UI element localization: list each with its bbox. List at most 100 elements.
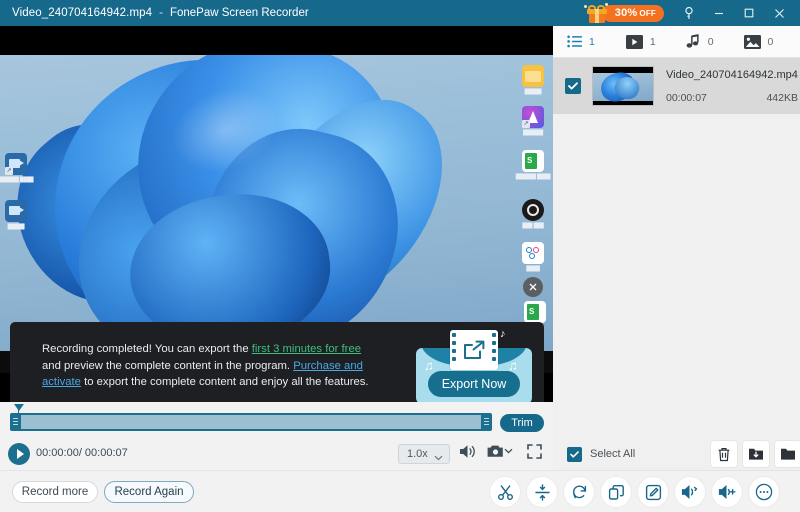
video-icon — [625, 34, 643, 49]
record-again-button[interactable]: Record Again — [104, 481, 194, 503]
notice-line1: Recording completed! You can export the — [42, 343, 252, 356]
file-name: Video_240704164942.mp4 — [666, 68, 798, 81]
tab-audio[interactable]: 0 — [686, 34, 714, 49]
tab-audio-count: 0 — [707, 35, 714, 48]
play-icon[interactable] — [8, 443, 30, 465]
delete-button[interactable] — [711, 441, 737, 467]
desktop-icon-app-purple-label: ██████ — [522, 130, 544, 136]
app-window: Video_240704164942.mp4 - FonePaw Screen … — [0, 0, 800, 512]
maximize-icon[interactable] — [734, 0, 764, 26]
desktop-icon-left-2 — [5, 200, 27, 222]
volume-icon[interactable] — [458, 443, 477, 460]
promo-percent: 30% — [614, 7, 638, 19]
music-note-icon-left: ♫ — [424, 358, 434, 373]
playhead-line — [18, 404, 19, 413]
tab-image-count: 0 — [767, 35, 774, 48]
select-all-label: Select All — [590, 448, 636, 460]
video-preview[interactable]: ↗ ██████ ████ █████ █████ ↗ ██████ S ███… — [0, 26, 553, 402]
folder-open-icon[interactable] — [775, 441, 800, 467]
time-display: 00:00:00/ 00:00:07 — [36, 447, 128, 459]
film-strip-icon — [450, 330, 498, 370]
image-icon — [743, 34, 761, 49]
media-tabs: 1 1 0 0 — [553, 26, 800, 58]
title-bar: Video_240704164942.mp4 - FonePaw Screen … — [0, 0, 800, 26]
desktop-icon-cloud — [522, 242, 544, 264]
recording-close-icon[interactable] — [523, 277, 543, 297]
select-all-checkbox[interactable] — [567, 446, 582, 462]
minimize-icon[interactable] — [704, 0, 734, 26]
gift-icon — [586, 4, 607, 23]
select-all-row: Select All — [553, 438, 800, 470]
speed-value: 1.0x — [407, 448, 428, 460]
cut-tool[interactable] — [490, 477, 520, 507]
free-minutes-link[interactable]: first 3 minutes for free — [252, 343, 361, 355]
file-size: 442KB — [766, 91, 798, 104]
convert-tool[interactable] — [564, 477, 594, 507]
promo-banner[interactable]: 30% OFF — [583, 2, 664, 23]
tab-all[interactable]: 1 — [567, 35, 595, 48]
export-card: ♪ ♫ ♫ Export Now — [408, 328, 540, 402]
desktop-icon-app-green: S — [522, 150, 544, 172]
chevron-down-icon — [434, 452, 443, 464]
desktop-icon-left-1-label: ██████ ████ — [0, 177, 34, 183]
title-separator: - — [159, 7, 163, 19]
desktop-icon-app-green-label: ██████ ████ — [515, 174, 551, 180]
tab-image[interactable]: 0 — [743, 34, 774, 49]
notice-line3: to export the complete content and enjoy… — [80, 376, 369, 389]
close-icon[interactable] — [764, 0, 794, 26]
file-duration: 00:00:07 — [666, 91, 707, 104]
list-icon — [567, 35, 582, 48]
tab-video-count: 1 — [649, 35, 656, 48]
merge-tool[interactable] — [601, 477, 631, 507]
key-icon[interactable] — [674, 0, 704, 26]
window-controls: 30% OFF — [583, 0, 800, 26]
file-thumbnail — [592, 66, 654, 106]
folder-export-icon[interactable] — [743, 441, 769, 467]
share-icon — [461, 339, 487, 361]
speed-select[interactable]: 1.0x — [398, 444, 450, 464]
promo-badge: 30% OFF — [601, 4, 664, 22]
trim-button[interactable]: Trim — [500, 414, 544, 432]
list-item[interactable]: Video_240704164942.mp4 00:00:07 442KB — [553, 58, 800, 114]
tab-all-count: 1 — [589, 35, 595, 48]
recording-completed-notice: Recording completed! You can export the … — [10, 322, 544, 402]
trim-handle-left[interactable] — [10, 413, 21, 431]
trim-track[interactable] — [10, 413, 492, 431]
desktop-icon-folder — [522, 65, 544, 87]
camera-icon[interactable] — [486, 443, 505, 459]
desktop-icon-left-1: ↗ — [5, 153, 27, 175]
volume-boost-tool[interactable] — [712, 477, 742, 507]
promo-off-label: OFF — [639, 8, 656, 18]
trim-bar: Trim — [0, 402, 553, 438]
playhead-marker[interactable] — [14, 404, 24, 411]
trim-handle-right[interactable] — [481, 413, 492, 431]
fullscreen-icon[interactable] — [526, 443, 543, 460]
file-checkbox[interactable] — [565, 78, 581, 94]
desktop-icon-folder-label: █████ — [524, 89, 542, 95]
bottom-toolbar: Record more Record Again — [0, 470, 800, 512]
export-now-button[interactable]: Export Now — [428, 371, 520, 397]
record-more-button[interactable]: Record more — [12, 481, 98, 503]
player-controls: 00:00:00/ 00:00:07 1.0x — [0, 438, 553, 470]
window-file-name: Video_240704164942.mp4 — [12, 7, 153, 19]
audio-convert-tool[interactable] — [675, 477, 705, 507]
desktop-icon-obs — [522, 199, 544, 221]
compress-tool[interactable] — [527, 477, 557, 507]
music-note-icon-top: ♪ — [500, 328, 506, 340]
desktop-icon-cloud-label: ████ — [526, 266, 540, 272]
music-icon — [686, 34, 701, 49]
camera-chevron-down-icon[interactable] — [504, 448, 513, 454]
file-list: Video_240704164942.mp4 00:00:07 442KB — [553, 58, 800, 438]
desktop-icon-left-2-label: █████ — [7, 224, 25, 230]
tab-video[interactable]: 1 — [625, 34, 656, 49]
file-meta: Video_240704164942.mp4 00:00:07 442KB — [666, 69, 798, 104]
app-title: FonePaw Screen Recorder — [169, 7, 309, 19]
notice-message: Recording completed! You can export the … — [42, 341, 372, 391]
desktop-icon-obs-label: ███ ███ — [522, 223, 544, 229]
edit-tool[interactable] — [638, 477, 668, 507]
desktop-icon-app-green-2: S — [524, 301, 546, 323]
media-panel: 1 1 0 0 Video_240704164942.mp4 00:00:07 … — [553, 26, 800, 470]
notice-line2: and preview the complete content in the … — [42, 359, 294, 372]
more-tools[interactable] — [749, 477, 779, 507]
desktop-icon-app-purple: ↗ — [522, 106, 544, 128]
